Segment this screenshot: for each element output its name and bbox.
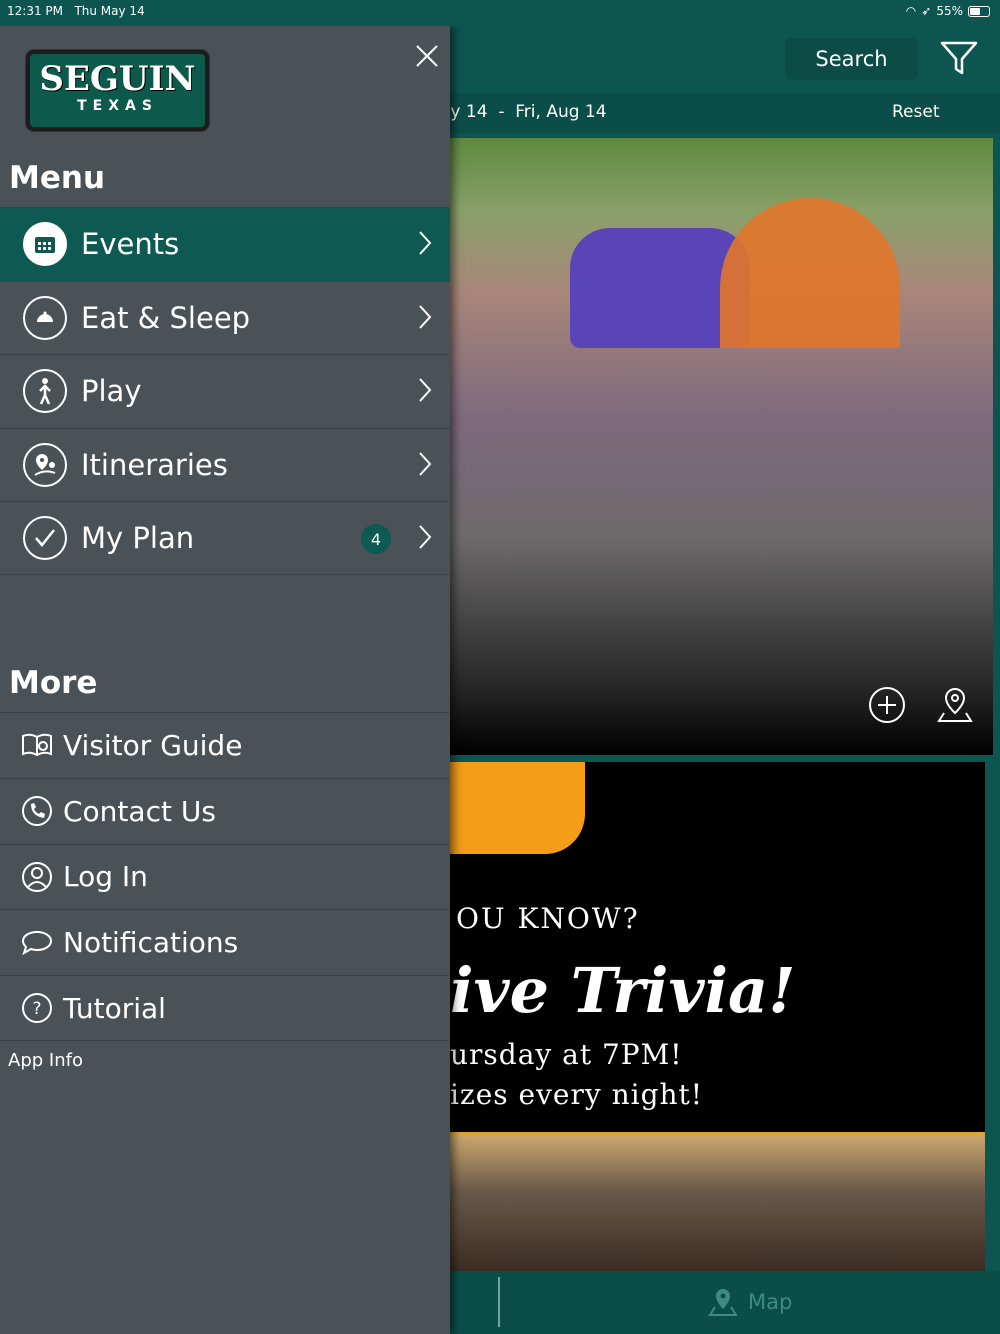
menu-item-eat-sleep[interactable]: Eat & Sleep: [0, 280, 450, 355]
chevron-right-icon: [419, 378, 432, 402]
more-item-log-in[interactable]: Log In: [0, 843, 450, 910]
event-card-trivia[interactable]: OU KNOW? ive Trivia! ursday at 7PM! izes…: [450, 762, 985, 1272]
event-card-festival[interactable]: [450, 138, 993, 755]
photo-slide: [720, 198, 900, 348]
map-pin-icon: [23, 442, 67, 487]
menu-list: Events Eat & Sleep Play Itineraries My P…: [0, 207, 450, 575]
svg-text:?: ?: [32, 999, 41, 1019]
battery-percent: 55%: [936, 4, 963, 18]
more-item-visitor-guide[interactable]: Visitor Guide: [0, 712, 450, 778]
chat-bubble-icon: [20, 929, 54, 957]
battery-icon: [968, 5, 990, 17]
status-bar: 12:31 PM Thu May 14 ◠ ➶ 55%: [0, 0, 1000, 26]
search-button[interactable]: Search: [785, 38, 918, 80]
chevron-right-icon: [419, 231, 432, 255]
filter-icon[interactable]: [940, 40, 978, 76]
plan-count-badge: 4: [361, 524, 391, 554]
chevron-right-icon: [419, 304, 432, 329]
photo-venue: [450, 1132, 985, 1272]
side-drawer: SEGUIN TEXAS Menu Events Eat & Sleep Play…: [0, 26, 450, 1334]
menu-item-play[interactable]: Play: [0, 354, 450, 428]
more-list: Visitor Guide Contact Us Log In Notifica…: [0, 712, 450, 1041]
date-range[interactable]: ay 14 - Fri, Aug 14: [440, 102, 607, 122]
more-item-contact-us[interactable]: Contact Us: [0, 777, 450, 844]
close-icon[interactable]: [415, 44, 439, 68]
dining-icon: [23, 295, 67, 340]
seguin-logo: SEGUIN TEXAS: [26, 50, 209, 131]
more-heading: More: [9, 665, 98, 701]
location-pin-icon[interactable]: [936, 686, 974, 724]
menu-item-events[interactable]: Events: [0, 207, 450, 281]
calendar-icon: [23, 222, 67, 267]
more-item-notifications[interactable]: Notifications: [0, 909, 450, 975]
menu-item-my-plan[interactable]: My Plan 4: [0, 501, 450, 575]
book-icon: [20, 732, 54, 758]
wifi-icon: ◠: [905, 4, 917, 18]
more-item-tutorial[interactable]: ? Tutorial: [0, 975, 450, 1041]
reset-button[interactable]: Reset: [892, 102, 940, 122]
check-icon: [23, 515, 67, 560]
chevron-right-icon: [419, 451, 432, 476]
map-icon: [708, 1289, 738, 1316]
user-icon: [20, 861, 54, 893]
walking-icon: [23, 369, 67, 414]
location-icon: ➶: [921, 4, 932, 18]
help-icon: ?: [20, 992, 54, 1024]
add-plan-icon[interactable]: [868, 686, 906, 724]
app-info-link[interactable]: App Info: [8, 1050, 83, 1071]
chevron-right-icon: [419, 525, 432, 549]
phone-icon: [20, 795, 54, 827]
status-time: 12:31 PM: [7, 4, 63, 18]
status-date: Thu May 14: [74, 4, 145, 18]
menu-heading: Menu: [9, 160, 106, 196]
map-tab[interactable]: Map: [708, 1287, 792, 1317]
menu-item-itineraries[interactable]: Itineraries: [0, 427, 450, 502]
